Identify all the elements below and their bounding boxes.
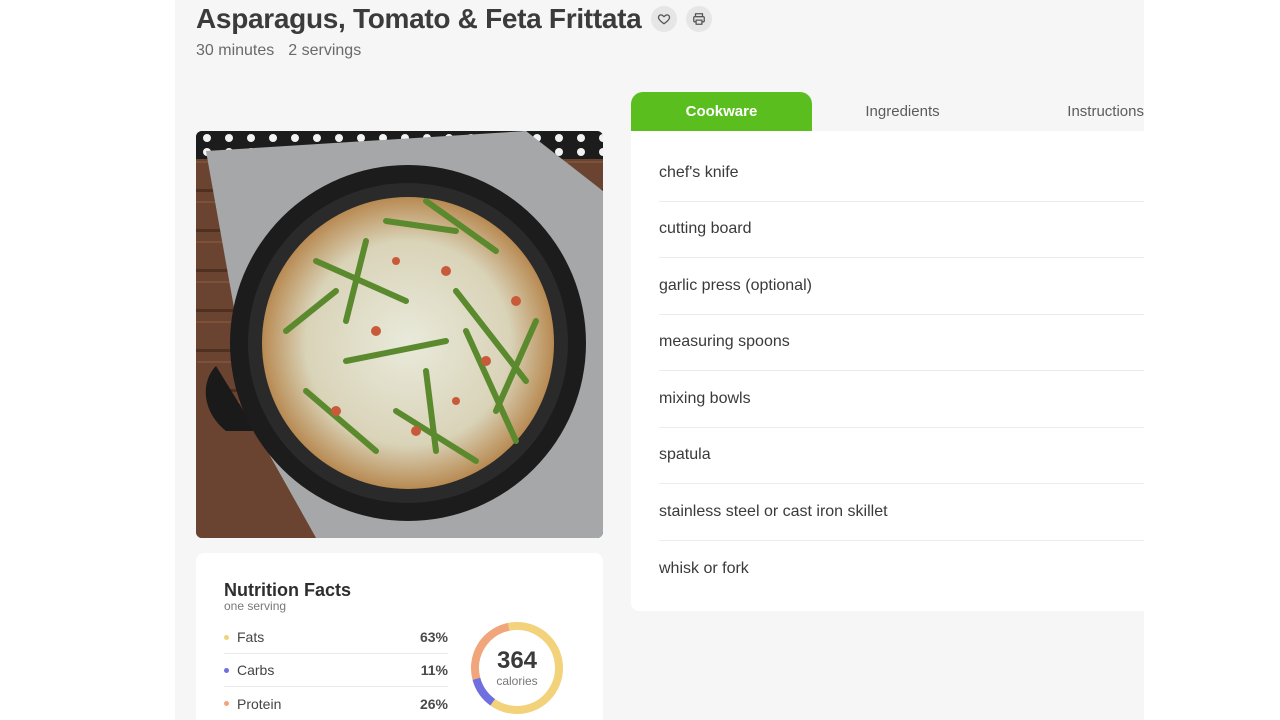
calories-label: calories bbox=[496, 674, 538, 688]
nutrition-subtitle: one serving bbox=[224, 599, 287, 613]
nutrition-row-fats: Fats 63% bbox=[224, 621, 448, 654]
recipe-photo bbox=[196, 131, 603, 538]
list-item: chef's knife bbox=[659, 145, 1144, 202]
protein-dot bbox=[224, 701, 229, 706]
fats-dot bbox=[224, 634, 229, 640]
recipe-tabs: Cookware Ingredients Instructions bbox=[631, 92, 1144, 131]
tab-instructions[interactable]: Instructions bbox=[993, 92, 1144, 131]
list-item: stainless steel or cast iron skillet bbox=[659, 484, 1144, 541]
nutrition-value: 11% bbox=[420, 662, 448, 678]
nutrition-title: Nutrition Facts bbox=[224, 580, 352, 600]
nutrition-value: 26% bbox=[419, 695, 448, 712]
cookware-list: chef's knife cutting board garlic press … bbox=[659, 145, 1144, 597]
calories-center: 364 calories bbox=[467, 618, 567, 718]
calories-value: 364 bbox=[496, 647, 538, 674]
heart-icon bbox=[658, 14, 671, 25]
recipe-meta: 30 minutes 2 servings bbox=[196, 42, 361, 60]
cookware-panel: chef's knife cutting board garlic press … bbox=[631, 131, 1144, 611]
nutrition-label: Carbs bbox=[237, 662, 275, 678]
list-item: cutting board bbox=[659, 202, 1144, 258]
printer-icon bbox=[693, 13, 706, 25]
list-item: spatula bbox=[659, 428, 1144, 484]
nutrition-label: Fats bbox=[237, 629, 265, 645]
page-title: Asparagus, Tomato & Feta Frittata bbox=[196, 3, 642, 34]
frittata-image bbox=[196, 131, 603, 538]
nutrition-row-carbs: Carbs 11% bbox=[224, 654, 448, 687]
favorite-button[interactable] bbox=[651, 6, 678, 32]
list-item: garlic press (optional) bbox=[659, 258, 1144, 315]
tab-ingredients[interactable]: Ingredients bbox=[812, 92, 993, 131]
print-button[interactable] bbox=[686, 6, 713, 32]
nutrition-rows: Fats 63% Carbs 11% Protein 26% bbox=[224, 621, 448, 720]
list-item: whisk or fork bbox=[659, 559, 749, 577]
nutrition-value: 63% bbox=[419, 629, 448, 645]
tab-cookware[interactable]: Cookware bbox=[631, 92, 812, 131]
cook-time: 30 minutes bbox=[196, 42, 275, 59]
list-item: measuring spoons bbox=[659, 315, 1144, 371]
nutrition-card: Nutrition Facts one serving Fats 63% Car… bbox=[196, 553, 603, 720]
title-row: Asparagus, Tomato & Feta Frittata bbox=[196, 3, 713, 35]
list-item: mixing bowls bbox=[659, 371, 1144, 428]
nutrition-row-protein: Protein 26% bbox=[224, 687, 448, 720]
nutrition-label: Protein bbox=[237, 695, 282, 712]
carbs-dot bbox=[224, 667, 229, 673]
recipe-page: Asparagus, Tomato & Feta Frittata 30 min… bbox=[175, 0, 1144, 720]
servings: 2 servings bbox=[288, 42, 362, 59]
